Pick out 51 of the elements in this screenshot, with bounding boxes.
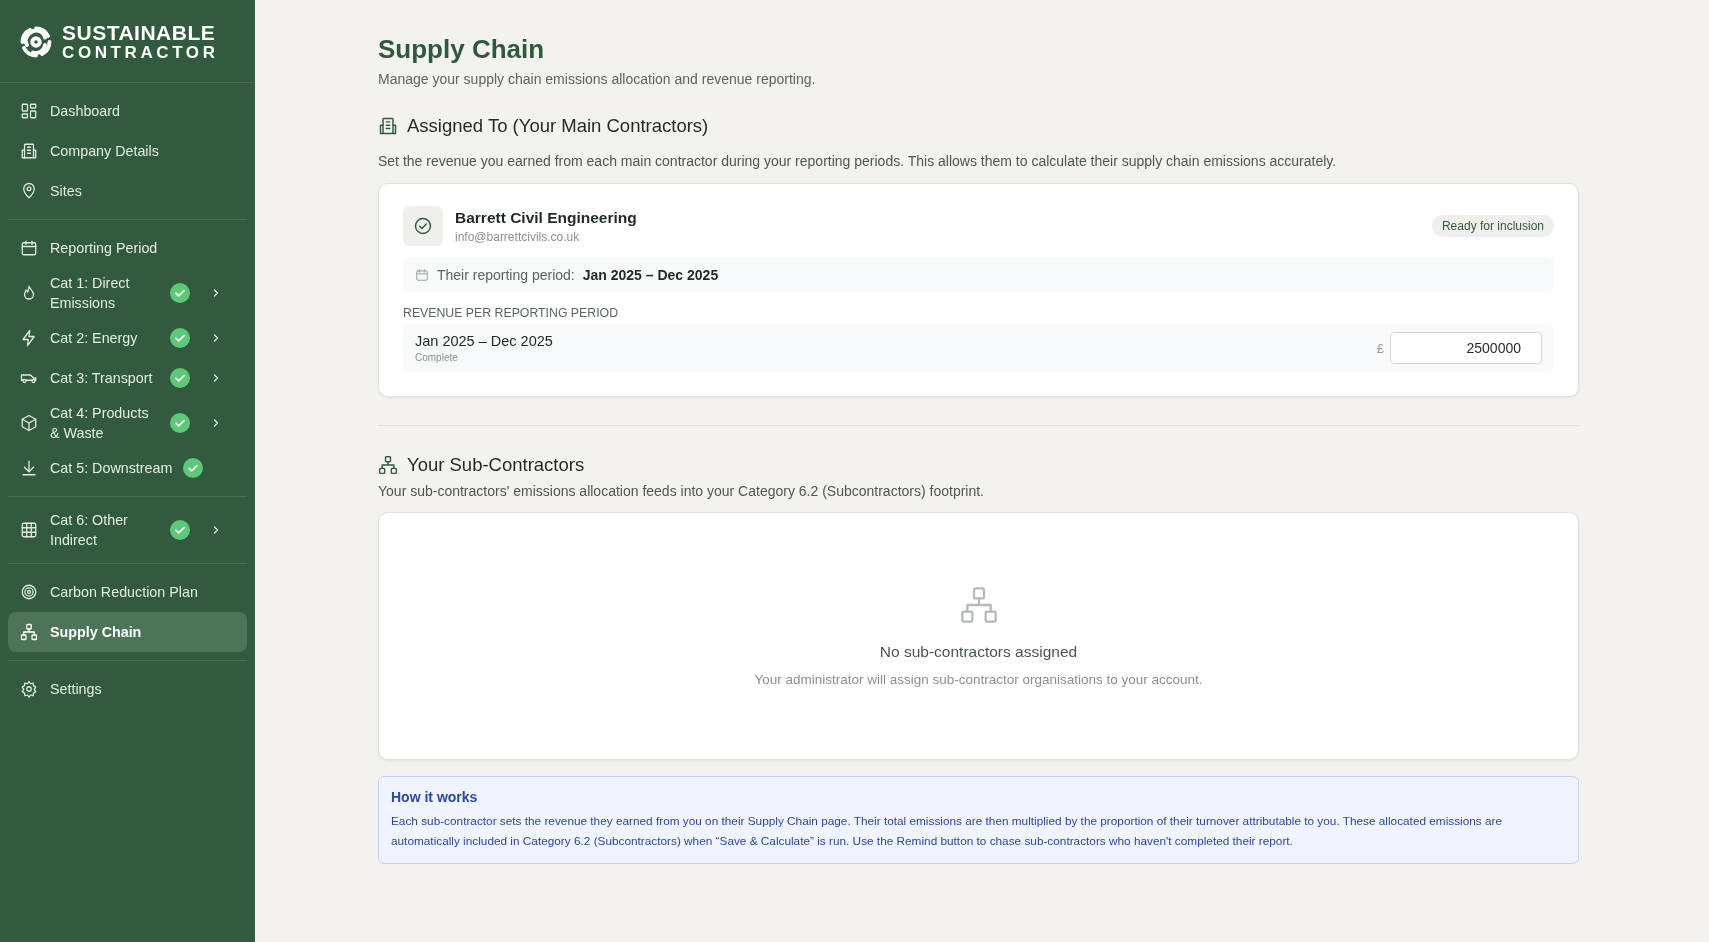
period-label: Their reporting period:: [437, 267, 575, 283]
empty-text: Your administrator will assign sub-contractor organisations to your account.: [754, 672, 1203, 687]
settings-icon: [20, 679, 38, 698]
network-icon: [958, 585, 999, 625]
section-heading: Your Sub-Contractors: [407, 454, 585, 476]
nav-item[interactable]: Reporting Period: [8, 227, 247, 268]
info-text: Each sub-contractor sets the revenue they earned from you on their Supply Chain page. Their total emissions are then multiplied by the proportion of their turnover attributable to you. These allocated emissions are automatically included in Category 6.2 (Subcontractors) when “Save & Calculate” is run. Use the Remind button to chase sub-contractors who haven't completed their report.: [391, 813, 1504, 850]
page-subtitle: Manage your supply chain emissions allocation and revenue reporting.: [378, 71, 817, 87]
check-circle-icon: [413, 216, 433, 236]
nav-item[interactable]: Cat 4: Products & Waste: [8, 397, 247, 448]
revenue-label: REVENUE PER REPORTING PERIOD: [403, 306, 619, 320]
box-icon: [20, 413, 38, 432]
page-title: Supply Chain: [378, 34, 546, 65]
period-value: Jan 2025 – Dec 2025: [582, 267, 719, 283]
contractor-email: info@barrettcivils.co.uk: [455, 229, 581, 244]
nav-item[interactable]: Cat 5: Downstream: [8, 447, 247, 488]
network-icon: [20, 622, 38, 641]
nav-item[interactable]: Settings: [8, 668, 247, 709]
calendar-icon: [20, 238, 38, 257]
building-icon: [20, 141, 38, 160]
network-icon: [378, 455, 398, 475]
brand-name: SUSTAINABLE: [62, 22, 217, 45]
nav-item[interactable]: Carbon Reduction Plan: [8, 571, 247, 612]
nav-item[interactable]: Cat 2: Energy: [8, 317, 247, 358]
target-icon: [20, 582, 38, 601]
section-description: Your sub-contractors' emissions allocation feeds into your Category 6.2 (Subcontractors) footprint.: [378, 483, 985, 499]
section-description: Set the revenue you earned from each main contractor during your reporting periods. This allows them to calculate their supply chain emissions accurately.: [378, 153, 1338, 169]
brand-name: CONTRACTOR: [62, 44, 219, 62]
status-badge: Ready for inclusion: [1431, 215, 1554, 237]
grid-icon: [20, 520, 38, 539]
building-icon: [378, 116, 398, 136]
nav-item[interactable]: Cat 1: Direct Emissions: [8, 267, 247, 318]
nav-item[interactable]: Dashboard: [8, 90, 247, 131]
nav-item[interactable]: Sites: [8, 170, 247, 211]
lightning-icon: [20, 328, 38, 347]
download-icon: [20, 458, 38, 477]
nav-item[interactable]: Cat 3: Transport: [8, 357, 247, 398]
section-heading: Assigned To (Your Main Contractors): [407, 115, 709, 137]
nav-item[interactable]: Company Details: [8, 130, 247, 171]
map-pin-icon: [20, 181, 38, 200]
calendar-icon: [415, 268, 429, 282]
dashboard-icon: [20, 101, 38, 120]
revenue-input[interactable]: 2500000: [1390, 332, 1542, 364]
period-name: Jan 2025 – Dec 2025: [415, 333, 554, 349]
empty-title: No sub-contractors assigned: [879, 643, 1078, 661]
nav-item[interactable]: Supply Chain: [8, 611, 247, 652]
nav-item[interactable]: Cat 6: Other Indirect: [8, 504, 247, 555]
contractor-name: Barrett Civil Engineering: [455, 208, 638, 227]
currency-symbol: £: [1376, 340, 1384, 356]
info-title: How it works: [391, 789, 479, 805]
period-status: Complete: [415, 352, 459, 363]
